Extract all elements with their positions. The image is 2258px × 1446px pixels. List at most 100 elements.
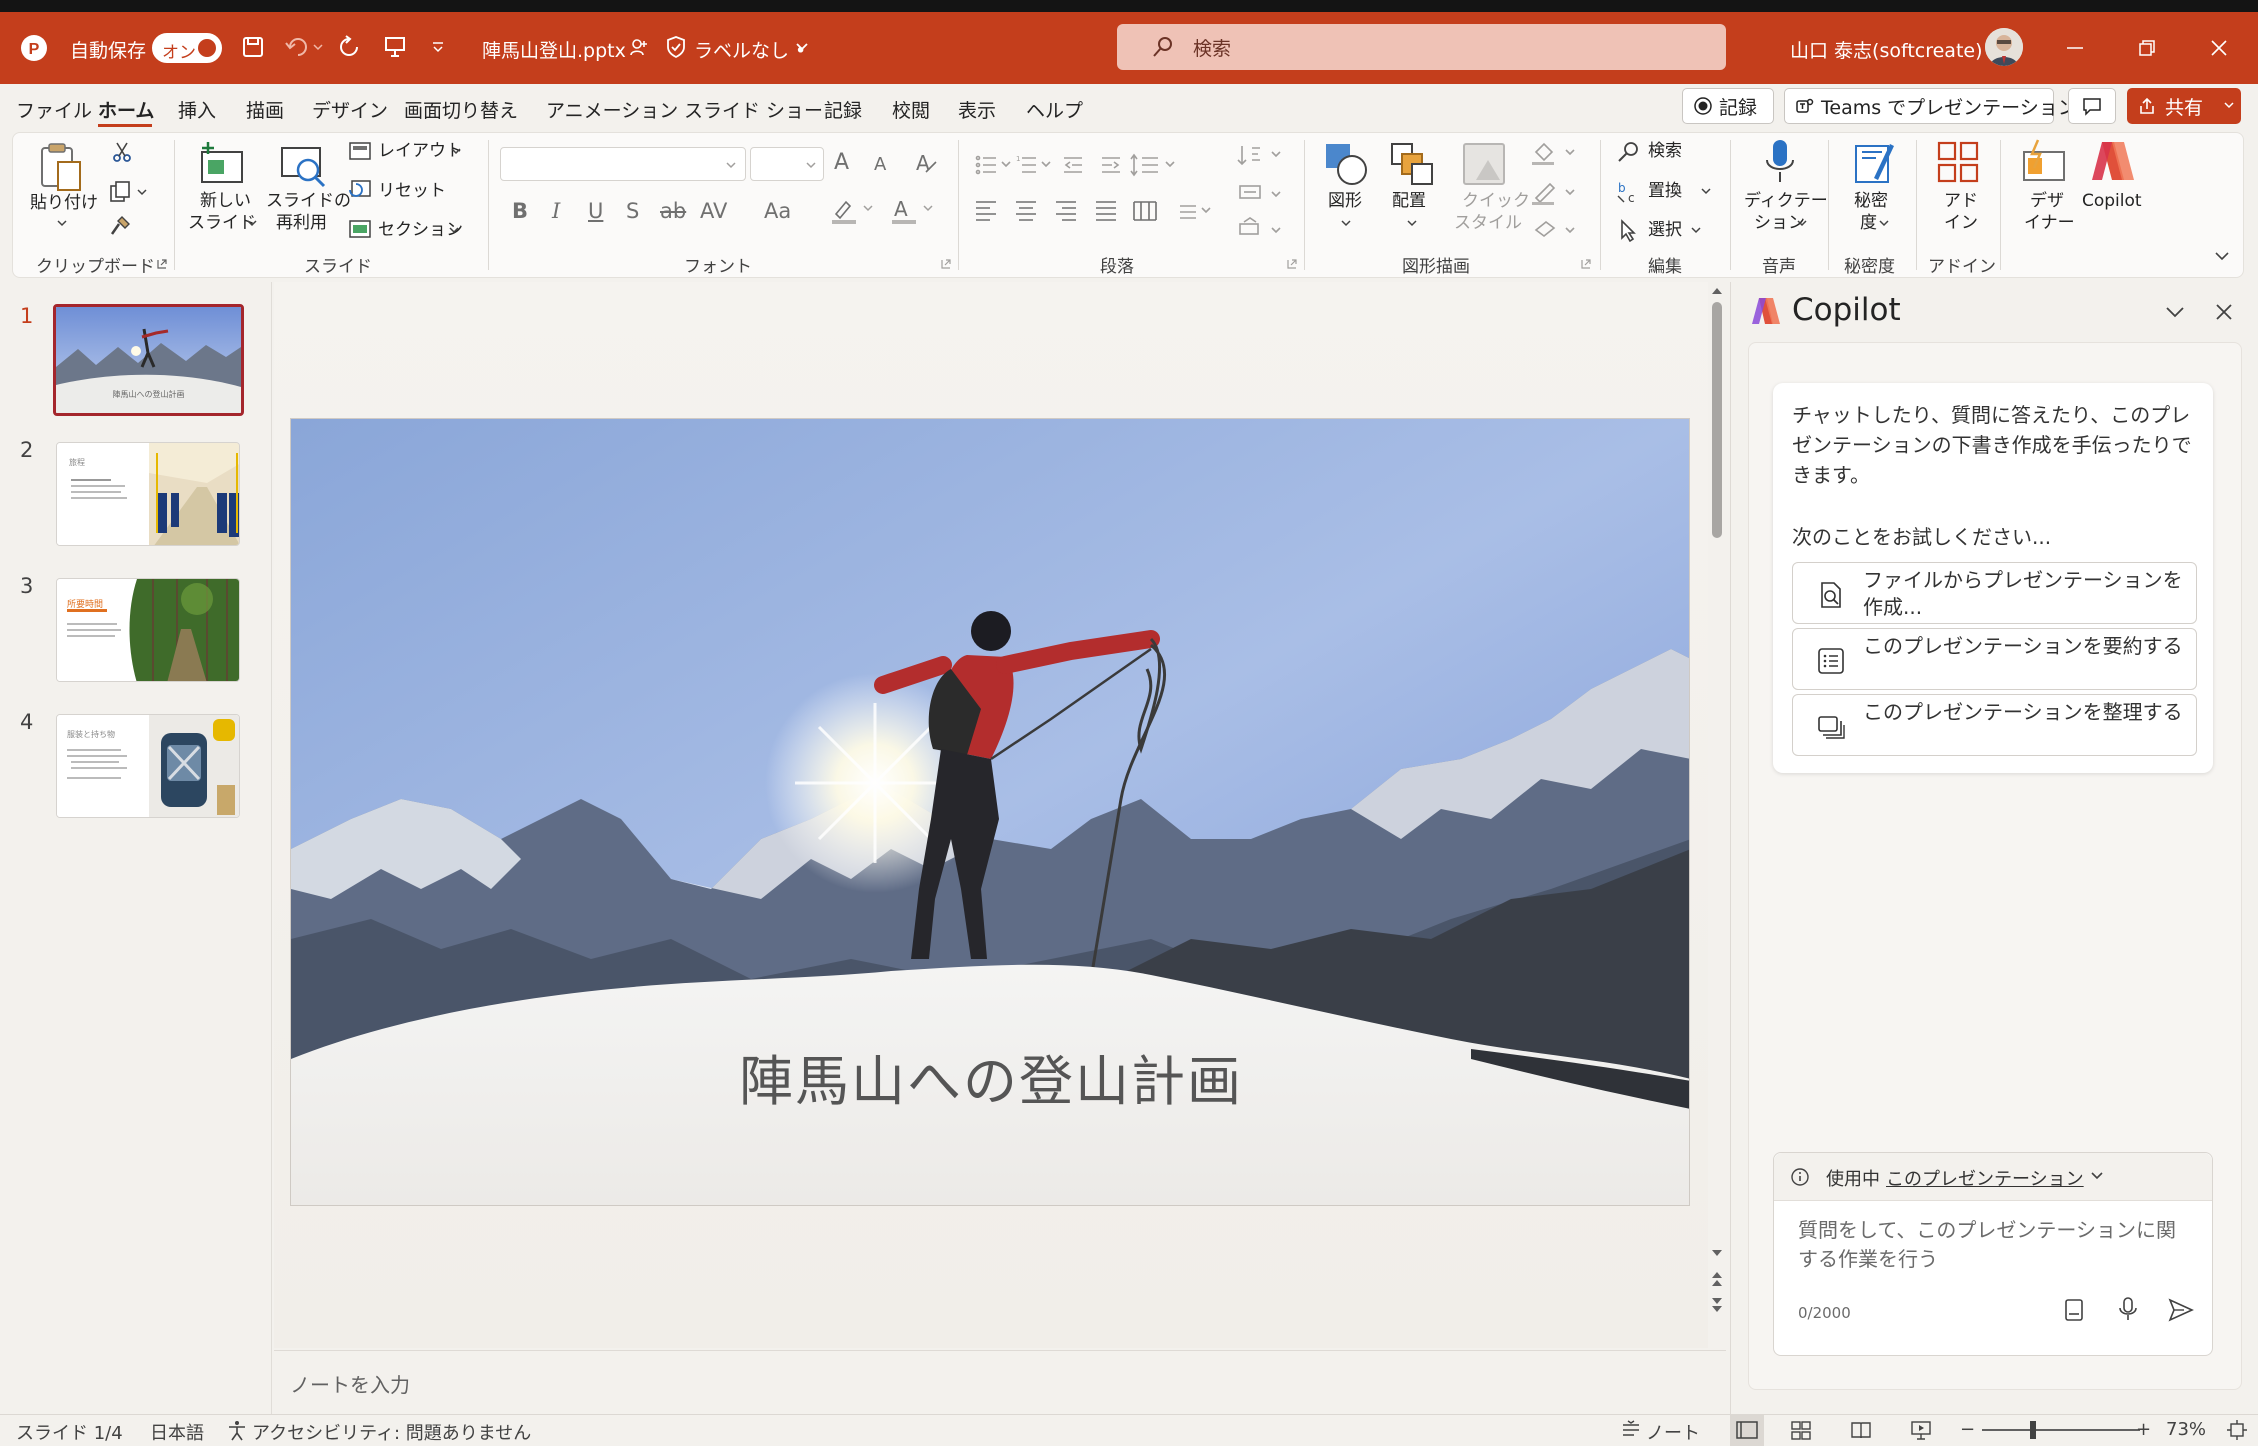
quick-styles-label-2[interactable]: スタイル xyxy=(1454,212,1522,234)
designer-label-1[interactable]: デザ xyxy=(2030,190,2064,212)
new-slide-icon[interactable] xyxy=(196,140,250,190)
tab-file[interactable]: ファイル xyxy=(16,96,92,123)
sensitivity-label-2[interactable]: 度 xyxy=(1860,212,1877,234)
record-button[interactable]: 記録 xyxy=(1682,88,1774,124)
minimize-icon[interactable] xyxy=(2058,34,2092,62)
font-size-select[interactable] xyxy=(750,147,824,181)
reuse-slides-label-1[interactable]: スライドの xyxy=(266,190,351,212)
clipboard-launcher-icon[interactable] xyxy=(156,258,168,270)
select-label[interactable]: 選択 xyxy=(1648,219,1682,241)
sensitivity-dropdown-icon[interactable] xyxy=(1878,218,1890,228)
share-status-icon[interactable] xyxy=(628,36,650,58)
shrink-font-button[interactable]: A xyxy=(874,154,886,175)
grow-font-button[interactable]: A xyxy=(834,150,849,175)
normal-view-button[interactable] xyxy=(1730,1414,1764,1446)
replace-label[interactable]: 置換 xyxy=(1648,180,1682,202)
section-icon[interactable] xyxy=(348,218,372,240)
tab-animations[interactable]: アニメーション xyxy=(546,96,678,123)
prompt-guide-icon[interactable] xyxy=(2064,1298,2084,1322)
slide-canvas[interactable]: 陣馬山への登山計画 xyxy=(290,418,1690,1206)
find-label[interactable]: 検索 xyxy=(1648,140,1682,162)
addins-icon[interactable] xyxy=(1936,140,1980,184)
select-dropdown-icon[interactable] xyxy=(1690,225,1702,235)
font-launcher-icon[interactable] xyxy=(940,258,952,270)
zoom-slider-thumb[interactable] xyxy=(2030,1421,2036,1439)
copy-icon[interactable] xyxy=(108,180,148,204)
text-direction-icons[interactable] xyxy=(1236,140,1286,240)
zoom-slider[interactable] xyxy=(1982,1429,2140,1431)
underline-button[interactable]: U xyxy=(588,199,603,223)
slide-sorter-icon[interactable] xyxy=(1790,1419,1812,1441)
search-box[interactable]: 検索 xyxy=(1117,24,1726,70)
share-button[interactable]: 共有 xyxy=(2127,88,2241,124)
chevron-down-icon[interactable] xyxy=(792,38,812,56)
zoom-in-button[interactable]: + xyxy=(2136,1419,2151,1440)
cut-icon[interactable] xyxy=(110,140,134,164)
previous-slide-icon[interactable] xyxy=(1710,1270,1724,1288)
copilot-input-placeholder[interactable]: 質問をして、このプレゼンテーションに関する作業を行う xyxy=(1798,1216,2188,1274)
format-painter-icon[interactable] xyxy=(108,214,132,238)
teams-present-button[interactable]: Teams でプレゼンテーション xyxy=(1784,88,2077,124)
clear-formatting-icon[interactable]: A xyxy=(912,150,940,178)
copilot-close-icon[interactable] xyxy=(2214,302,2234,322)
layout-dropdown-icon[interactable] xyxy=(450,146,462,156)
change-case-button[interactable]: Aa xyxy=(764,199,791,223)
notes-pane[interactable]: ノートを入力 xyxy=(274,1350,1726,1414)
paste-label[interactable]: 貼り付け xyxy=(30,192,98,214)
undo-icon[interactable] xyxy=(282,32,326,62)
paste-icon[interactable] xyxy=(34,140,90,196)
reuse-slides-icon[interactable] xyxy=(278,142,328,190)
dictate-dropdown-icon[interactable] xyxy=(1796,218,1808,228)
context-link[interactable]: このプレゼンテーション xyxy=(1886,1165,2084,1191)
restore-icon[interactable] xyxy=(2130,34,2164,62)
copilot-ribbon-label[interactable]: Copilot xyxy=(2082,190,2142,212)
tab-review[interactable]: 校閲 xyxy=(892,96,930,123)
tab-home[interactable]: ホーム xyxy=(98,96,154,123)
shapes-dropdown-icon[interactable] xyxy=(1340,218,1352,228)
shape-format-icons[interactable] xyxy=(1530,140,1580,240)
zoom-out-button[interactable]: − xyxy=(1960,1419,1975,1440)
reading-view-icon[interactable] xyxy=(1850,1419,1872,1441)
slide-title[interactable]: 陣馬山への登山計画 xyxy=(291,1037,1689,1116)
accessibility-status[interactable]: アクセシビリティ: 問題ありません xyxy=(252,1419,531,1445)
microphone-icon[interactable] xyxy=(1762,138,1798,188)
avatar[interactable] xyxy=(1985,28,2023,66)
tab-insert[interactable]: 挿入 xyxy=(178,96,216,123)
ribbon-collapse-icon[interactable] xyxy=(2214,250,2230,262)
new-slide-label-1[interactable]: 新しい xyxy=(200,190,251,212)
slide-thumbnail-3[interactable]: 所要時間 xyxy=(56,578,240,682)
accessibility-icon[interactable] xyxy=(226,1419,248,1441)
char-spacing-button[interactable]: AV xyxy=(700,199,727,223)
suggestion-summarize[interactable]: このプレゼンテーションを要約する xyxy=(1792,628,2197,690)
text-shadow-button[interactable]: S xyxy=(626,199,639,223)
addins-label-2[interactable]: イン xyxy=(1944,212,1978,234)
sensitivity-label[interactable]: ラベルなし • xyxy=(694,36,806,63)
bold-button[interactable]: B xyxy=(512,199,528,223)
customize-toolbar-icon[interactable] xyxy=(428,36,448,58)
addins-label-1[interactable]: アド xyxy=(1944,190,1978,212)
replace-dropdown-icon[interactable] xyxy=(1700,186,1712,196)
section-dropdown-icon[interactable] xyxy=(448,225,460,235)
copilot-collapse-icon[interactable] xyxy=(2164,304,2186,320)
next-slide-icon[interactable] xyxy=(1710,1296,1724,1314)
user-name[interactable]: 山口 泰志(softcreate) xyxy=(1790,36,1983,63)
comments-button[interactable] xyxy=(2068,88,2116,124)
designer-label-2[interactable]: イナー xyxy=(2024,212,2075,234)
microphone-icon[interactable] xyxy=(2118,1296,2138,1322)
strikethrough-button[interactable]: ab xyxy=(660,199,686,223)
sensitivity-label-1[interactable]: 秘密 xyxy=(1854,190,1888,212)
slide-thumbnail-4[interactable]: 服装と持ち物 xyxy=(56,714,240,818)
paragraph-launcher-icon[interactable] xyxy=(1286,258,1298,270)
file-name[interactable]: 陣馬山登山.pptx xyxy=(482,36,626,63)
font-family-select[interactable] xyxy=(500,147,746,181)
scroll-down-icon[interactable] xyxy=(1710,1248,1724,1258)
zoom-level[interactable]: 73% xyxy=(2166,1419,2206,1440)
language-indicator[interactable]: 日本語 xyxy=(150,1419,204,1445)
tab-view[interactable]: 表示 xyxy=(958,96,996,123)
scroll-up-icon[interactable] xyxy=(1710,286,1724,296)
arrange-icon[interactable] xyxy=(1388,140,1436,188)
suggestion-create-from-file[interactable]: ファイルからプレゼンテーションを作成... xyxy=(1792,562,2197,624)
tab-design[interactable]: デザイン xyxy=(312,96,388,123)
quick-styles-icon[interactable] xyxy=(1460,140,1508,188)
close-icon[interactable] xyxy=(2202,34,2236,62)
